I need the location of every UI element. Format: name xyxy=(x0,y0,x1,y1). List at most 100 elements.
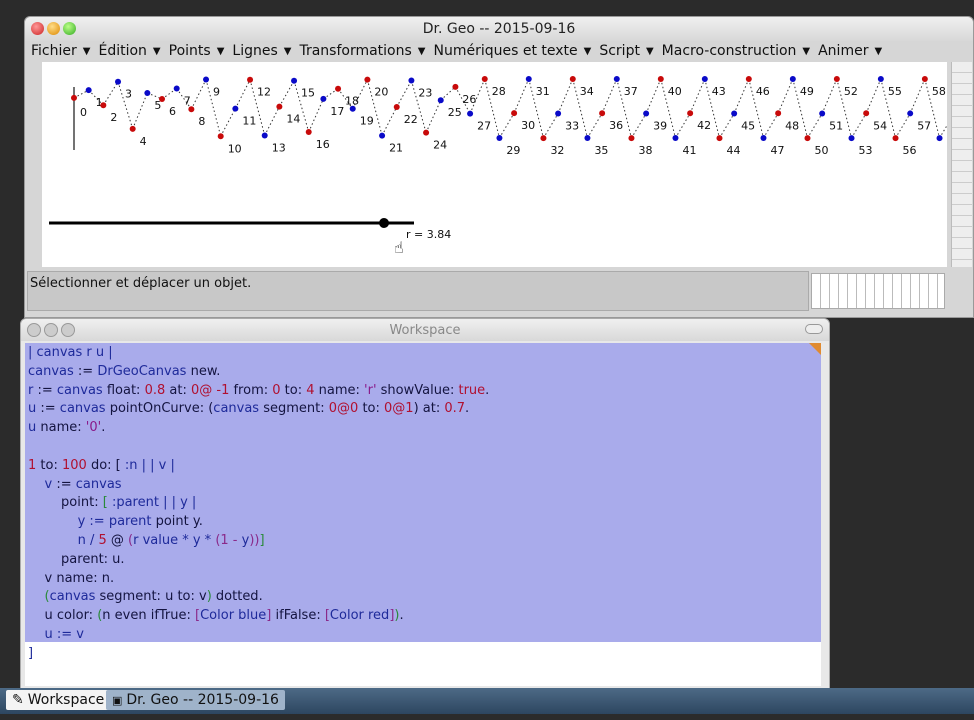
sequence-point xyxy=(892,135,899,142)
side-scrollbar[interactable] xyxy=(951,62,972,267)
menu-4[interactable]: Transformations ▼ xyxy=(299,41,425,61)
code-token: name: xyxy=(314,382,365,398)
sequence-point xyxy=(804,135,811,142)
code-token: 4 xyxy=(306,382,315,398)
dotted-segment xyxy=(865,78,882,114)
code-editor[interactable]: | canvas r u | canvas := DrGeoCanvas new.… xyxy=(25,343,821,686)
code-token: point: xyxy=(28,495,103,511)
point-label: 37 xyxy=(624,85,638,98)
dropdown-arrow-icon: ▼ xyxy=(216,45,225,57)
taskbar-item-workspace[interactable]: ✎ Workspace xyxy=(6,690,111,710)
dotted-segment xyxy=(763,113,779,139)
sequence-point xyxy=(217,133,224,140)
menu-0[interactable]: Fichier ▼ xyxy=(31,41,90,61)
code-token: ) at: xyxy=(413,401,445,417)
point-label: 2 xyxy=(110,111,117,124)
code-token: do: [ xyxy=(86,457,125,473)
dotted-segment xyxy=(102,81,119,106)
workspace-titlebar[interactable]: Workspace xyxy=(21,319,829,341)
sequence-point xyxy=(569,75,576,82)
dotted-segment xyxy=(631,113,647,139)
sequence-point xyxy=(364,76,371,83)
dotted-segment xyxy=(425,100,442,133)
point-label: 12 xyxy=(257,86,271,99)
point-label: 43 xyxy=(712,85,726,98)
sequence-plot[interactable]: 012345 6789101112131415161718192021222324… xyxy=(42,62,974,267)
sequence-point xyxy=(657,75,664,82)
drgeo-titlebar[interactable]: Dr. Geo -- 2015-09-16 xyxy=(25,17,973,41)
code-token: . xyxy=(465,401,470,417)
menu-5[interactable]: Numériques et texte ▼ xyxy=(433,41,591,61)
code-token: parent xyxy=(108,514,152,530)
point-label: 8 xyxy=(198,115,205,128)
code-token: 5 xyxy=(98,533,107,548)
code-token: :parent | | y | xyxy=(111,495,197,511)
sequence-point xyxy=(613,75,620,82)
menu-3[interactable]: Lignes ▼ xyxy=(232,41,291,61)
menu-label: Fichier xyxy=(31,43,77,59)
point-label: 26 xyxy=(462,93,476,106)
sequence-point xyxy=(701,75,708,82)
point-label: 25 xyxy=(448,106,462,119)
sequence-point xyxy=(481,75,488,82)
code-token: 0.8 xyxy=(144,382,166,398)
code-token: v xyxy=(28,476,53,492)
dotted-segment xyxy=(807,113,823,139)
edit-icon: ✎ xyxy=(12,692,24,708)
taskbar-item-drgeo[interactable]: ▣ Dr. Geo -- 2015-09-16 xyxy=(106,690,285,710)
menu-6[interactable]: Script ▼ xyxy=(599,41,653,61)
menu-1[interactable]: Édition ▼ xyxy=(98,41,160,61)
code-line: canvas := DrGeoCanvas new. xyxy=(28,364,220,383)
code-token: showValue: xyxy=(376,382,459,398)
sequence-point xyxy=(789,75,796,82)
code-token: ] xyxy=(28,645,34,661)
taskbar-label: Dr. Geo -- 2015-09-16 xyxy=(126,692,279,708)
dotted-segment xyxy=(645,78,662,114)
sequence-point xyxy=(877,75,884,82)
code-token: parent: u. xyxy=(28,551,125,567)
sequence-point xyxy=(687,110,694,117)
sequence-point xyxy=(848,135,855,142)
dropdown-arrow-icon: ▼ xyxy=(874,45,883,57)
code-token: at: xyxy=(165,382,191,398)
point-label: 54 xyxy=(873,119,887,132)
sequence-point xyxy=(467,110,474,117)
slider-handle[interactable] xyxy=(379,218,390,228)
code-token: DrGeoCanvas xyxy=(97,363,187,379)
code-token: y xyxy=(28,514,86,530)
sequence-point xyxy=(320,95,327,102)
point-label: 58 xyxy=(932,85,946,98)
dropdown-arrow-icon: ▼ xyxy=(583,45,592,57)
point-label: 24 xyxy=(433,139,447,152)
code-token: float: xyxy=(102,382,145,398)
code-token: :n | | v | xyxy=(124,457,175,473)
sequence-point xyxy=(525,75,532,82)
sequence-point xyxy=(335,85,342,92)
slider-value-label: r = 3.84 xyxy=(406,228,452,241)
point-label: 13 xyxy=(272,141,286,154)
point-label: 21 xyxy=(389,142,403,155)
menu-2[interactable]: Points ▼ xyxy=(169,41,225,61)
sequence-point xyxy=(129,125,136,132)
point-label: 36 xyxy=(609,119,623,132)
code-token: 0 xyxy=(272,382,281,398)
sequence-point xyxy=(921,75,928,82)
sequence-point xyxy=(71,94,77,101)
menu-7[interactable]: Macro-construction ▼ xyxy=(662,41,810,61)
sequence-point xyxy=(261,132,268,139)
point-label: 29 xyxy=(506,144,520,157)
sequence-point xyxy=(144,89,151,96)
hand-cursor-icon: ☝ xyxy=(394,238,404,257)
collapse-button[interactable] xyxy=(805,324,823,334)
code-token: to: xyxy=(36,457,62,473)
sequence-point xyxy=(379,132,386,139)
geometry-canvas[interactable]: 0 1 2 3 4 5 6 7 8 9 10 11 12 13 14 15 16 17 18 19 20 21 22 23 24… xyxy=(42,62,974,267)
sequence-point xyxy=(291,77,298,84)
code-token: canvas xyxy=(49,589,96,605)
menu-8[interactable]: Animer ▼ xyxy=(818,41,882,61)
point-label: 46 xyxy=(756,85,770,98)
sequence-point xyxy=(203,76,210,83)
code-token: . xyxy=(101,420,106,436)
sequence-point xyxy=(936,135,943,142)
code-token: 0@1 xyxy=(384,401,414,417)
